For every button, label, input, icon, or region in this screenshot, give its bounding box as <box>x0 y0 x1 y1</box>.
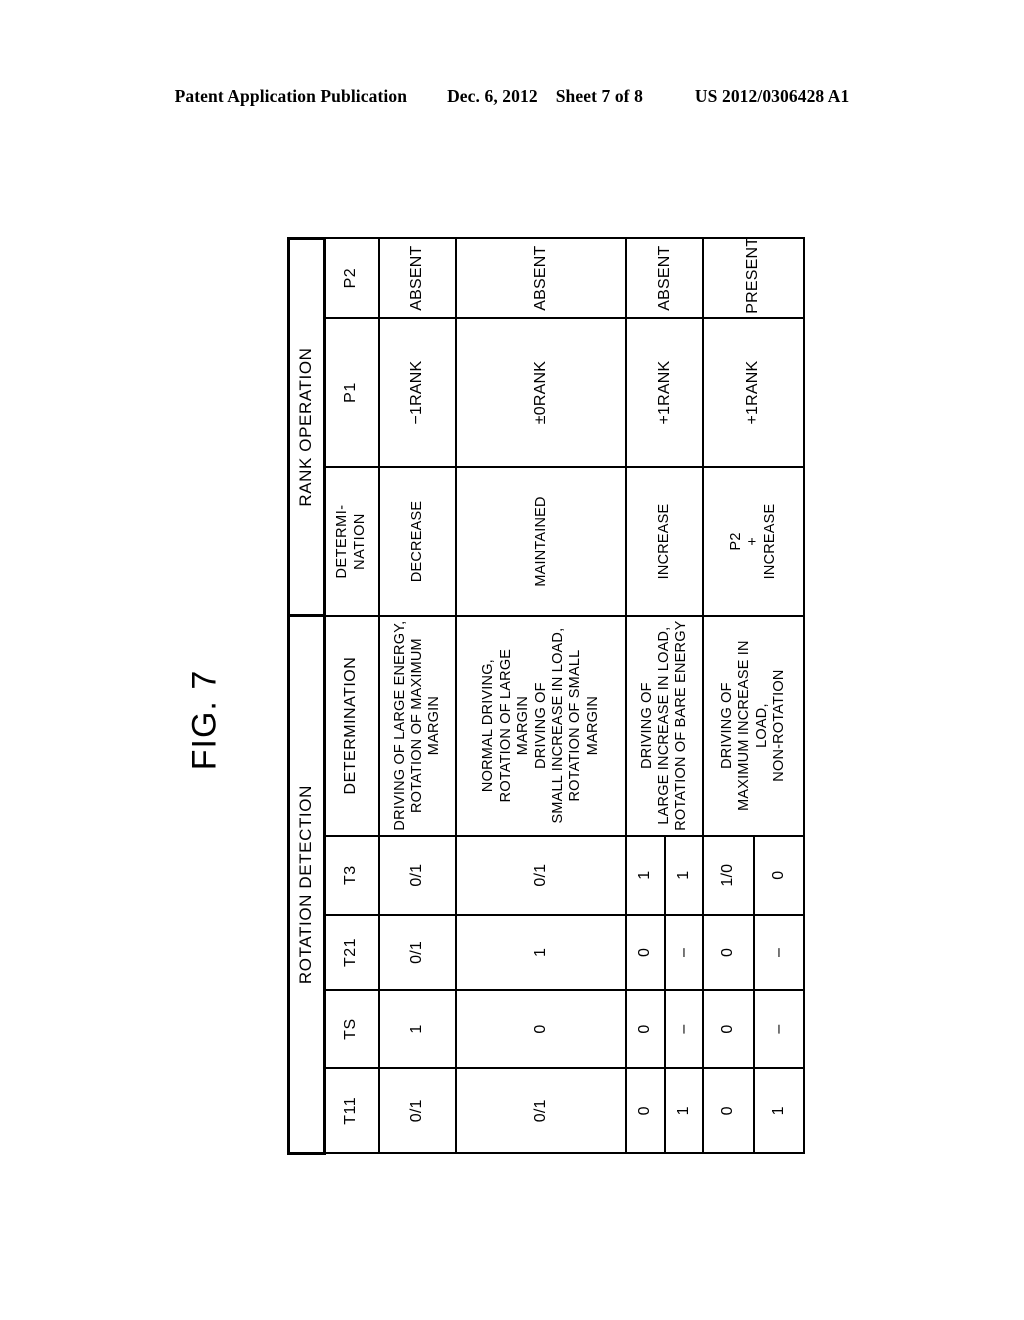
cell-ts: – <box>664 990 704 1069</box>
cell-t11: 1 <box>664 1068 704 1154</box>
cell-t11: 0 <box>703 1068 754 1154</box>
cell-rank-determination: DECREASE <box>378 467 457 616</box>
cell-t11: 0/1 <box>378 1068 457 1154</box>
publication-header: Patent Application Publication Dec. 6, 2… <box>0 86 1024 107</box>
publication-date: Dec. 6, 2012 <box>447 86 538 106</box>
cell-t11: 0/1 <box>456 1068 627 1154</box>
cell-rank-determination: INCREASE <box>626 467 704 616</box>
cell-determination: DRIVING OF LARGE ENERGY, ROTATION OF MAX… <box>378 615 457 836</box>
table-row: 0 0 0 1/0 DRIVING OF MAXIMUM INCREASE IN… <box>703 237 804 1154</box>
cell-p1: +1RANK <box>626 317 704 468</box>
column-header-rank-determination: DETERMI- NATION <box>324 467 379 616</box>
cell-t21: – <box>664 914 704 991</box>
column-header-t21: T21 <box>324 914 379 991</box>
cell-t21: 0 <box>703 914 754 991</box>
column-header-ts: TS <box>324 990 379 1069</box>
cell-ts: 0 <box>703 990 754 1069</box>
cell-t3: 0/1 <box>378 835 457 915</box>
cell-rank-determination: P2 + INCREASE <box>703 467 804 616</box>
group-header-rank-operation: RANK OPERATION <box>288 238 325 616</box>
cell-t21: – <box>753 914 804 991</box>
cell-p1: ±0RANK <box>456 317 627 468</box>
document-number: US 2012/0306428 A1 <box>694 86 850 106</box>
cell-t21: 0 <box>626 914 665 991</box>
table-row: 0/1 0 1 0/1 NORMAL DRIVING, ROTATION OF … <box>456 238 627 1154</box>
cell-t3: 0 <box>753 835 804 915</box>
figure-table-container: ROTATION DETECTION RANK OPERATION T11 TS… <box>287 237 805 1155</box>
cell-determination: DRIVING OF MAXIMUM INCREASE IN LOAD, NON… <box>703 615 804 836</box>
cell-ts: – <box>753 990 804 1069</box>
column-header-p1: P1 <box>324 317 379 468</box>
table-row: 0 0 0 1 DRIVING OF LARGE INCREASE IN LOA… <box>626 238 704 1154</box>
cell-determination: NORMAL DRIVING, ROTATION OF LARGE MARGIN… <box>456 615 627 836</box>
table-group-header-row: ROTATION DETECTION RANK OPERATION <box>288 238 325 1154</box>
column-header-t11: T11 <box>324 1068 379 1154</box>
cell-p2: ABSENT <box>626 238 704 318</box>
sheet-number: Sheet 7 of 8 <box>555 86 643 106</box>
publication-title: Patent Application Publication <box>174 86 408 106</box>
cell-t3: 1 <box>664 835 704 915</box>
column-header-t3: T3 <box>324 835 379 915</box>
table-row: 0/1 1 0/1 0/1 DRIVING OF LARGE ENERGY, R… <box>378 238 457 1154</box>
cell-t3: 1/0 <box>703 835 754 915</box>
cell-p2: PRESENT <box>703 237 804 318</box>
cell-t3: 1 <box>626 835 665 915</box>
cell-rank-determination: MAINTAINED <box>456 467 627 616</box>
cell-ts: 0 <box>456 990 627 1069</box>
cell-t21: 0/1 <box>378 914 457 991</box>
cell-ts: 0 <box>626 990 665 1069</box>
cell-t21: 1 <box>456 914 627 991</box>
cell-ts: 1 <box>378 990 457 1069</box>
cell-p1: +1RANK <box>703 317 804 468</box>
column-header-determination: DETERMINATION <box>324 615 379 836</box>
cell-p1: −1RANK <box>378 317 457 468</box>
cell-p2: ABSENT <box>378 238 457 318</box>
cell-t11: 1 <box>753 1068 804 1154</box>
cell-p2: ABSENT <box>456 238 627 318</box>
group-header-rotation-detection: ROTATION DETECTION <box>288 615 325 1154</box>
cell-t11: 0 <box>626 1068 665 1154</box>
column-header-p2: P2 <box>324 238 379 318</box>
cell-determination: DRIVING OF LARGE INCREASE IN LOAD, ROTAT… <box>626 615 704 836</box>
cell-t3: 0/1 <box>456 835 627 915</box>
rank-operation-table: ROTATION DETECTION RANK OPERATION T11 TS… <box>287 237 805 1155</box>
table-column-header-row: T11 TS T21 T3 DETERMINATION DETERMI- NAT… <box>324 238 379 1154</box>
figure-label: FIG. 7 <box>185 669 224 771</box>
